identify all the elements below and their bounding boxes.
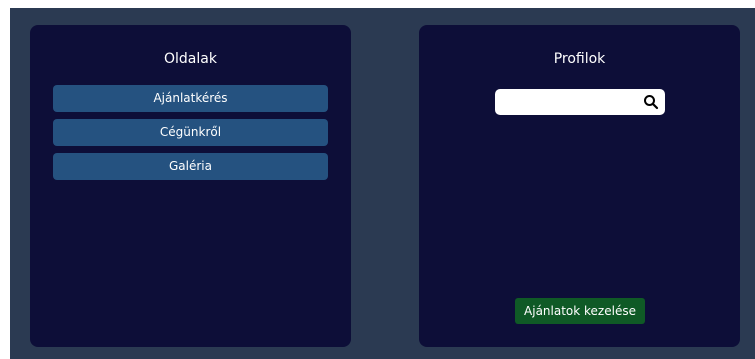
- app-background: Oldalak Ajánlatkérés Cégünkről Galéria P…: [10, 8, 755, 359]
- search-icon[interactable]: [643, 94, 659, 110]
- search-box[interactable]: [495, 89, 665, 115]
- pages-panel: Oldalak Ajánlatkérés Cégünkről Galéria: [30, 25, 351, 347]
- page-button-galeria[interactable]: Galéria: [53, 153, 328, 180]
- profiles-panel-title: Profilok: [553, 51, 606, 67]
- page-button-ajanlatkeres[interactable]: Ajánlatkérés: [53, 85, 328, 112]
- manage-offers-button[interactable]: Ajánlatok kezelése: [515, 298, 645, 324]
- pages-panel-title: Oldalak: [164, 51, 217, 67]
- search-input[interactable]: [501, 92, 635, 112]
- profiles-panel: Profilok Ajánlatok kezelése: [419, 25, 740, 347]
- page-button-cegunkrol[interactable]: Cégünkről: [53, 119, 328, 146]
